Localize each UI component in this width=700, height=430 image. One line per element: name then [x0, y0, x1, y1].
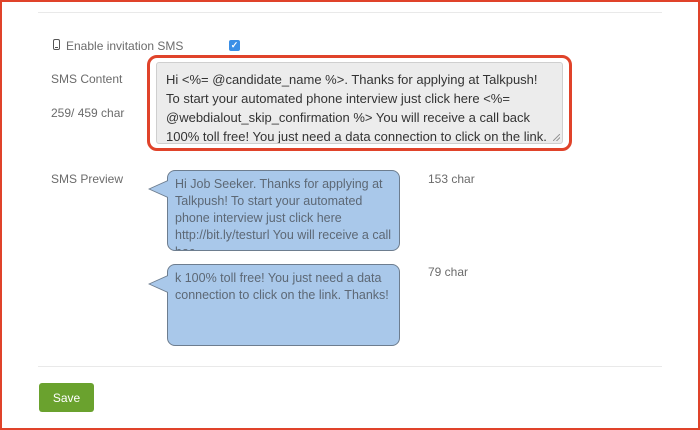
sms-preview-label: SMS Preview [51, 172, 124, 186]
bottom-divider [38, 366, 662, 367]
sms-preview-count-1: 153 char [428, 172, 475, 186]
mobile-phone-icon [53, 39, 60, 50]
sms-preview-bubble-2: k 100% toll free! You just need a data c… [167, 264, 400, 346]
sms-preview-bubble-1: Hi Job Seeker. Thanks for applying at Ta… [167, 170, 400, 251]
sms-content-text: Hi <%= @candidate_name %>. Thanks for ap… [166, 72, 547, 144]
sms-preview-count-2: 79 char [428, 265, 469, 279]
resize-handle-icon[interactable] [553, 134, 560, 141]
sms-content-textarea[interactable]: Hi <%= @candidate_name %>. Thanks for ap… [156, 62, 563, 144]
sms-char-counter: 259/ 459 char [51, 106, 125, 120]
sms-content-label: SMS Content [51, 72, 123, 86]
bubble-tail-2 [148, 275, 168, 293]
sms-preview-text-2: k 100% toll free! You just need a data c… [175, 271, 389, 302]
sms-preview-text-1: Hi Job Seeker. Thanks for applying at Ta… [175, 177, 392, 250]
enable-sms-checkbox[interactable]: ✓ [229, 40, 240, 51]
enable-sms-label: Enable invitation SMS [66, 39, 184, 53]
bubble-tail-1 [148, 180, 168, 198]
save-button[interactable]: Save [39, 383, 94, 412]
top-divider [38, 12, 662, 13]
sms-content-highlight: Hi <%= @candidate_name %>. Thanks for ap… [147, 55, 572, 151]
checkmark-icon: ✓ [230, 40, 239, 50]
